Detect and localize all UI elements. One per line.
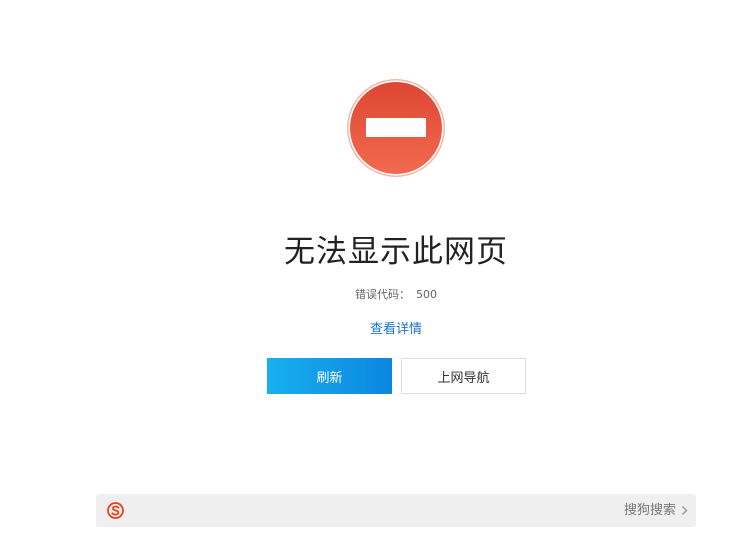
page-title: 无法显示此网页 xyxy=(284,234,508,270)
view-details-link[interactable]: 查看详情 xyxy=(0,318,745,337)
no-entry-icon xyxy=(347,79,445,177)
sogou-logo-icon xyxy=(107,502,124,519)
error-page: 无法显示此网页 错误代码： 500 查看详情 刷新 上网导航 搜狗搜索 xyxy=(0,0,745,558)
sogou-search-link[interactable]: 搜狗搜索 xyxy=(624,494,676,527)
error-code-value: 500 xyxy=(416,288,437,301)
web-navigation-button[interactable]: 上网导航 xyxy=(401,358,526,394)
chevron-right-icon[interactable] xyxy=(678,494,690,527)
refresh-button[interactable]: 刷新 xyxy=(267,358,392,394)
error-code-label: 错误代码： xyxy=(355,288,410,301)
error-code: 错误代码： 500 xyxy=(0,286,745,302)
search-bar: 搜狗搜索 xyxy=(96,494,696,527)
